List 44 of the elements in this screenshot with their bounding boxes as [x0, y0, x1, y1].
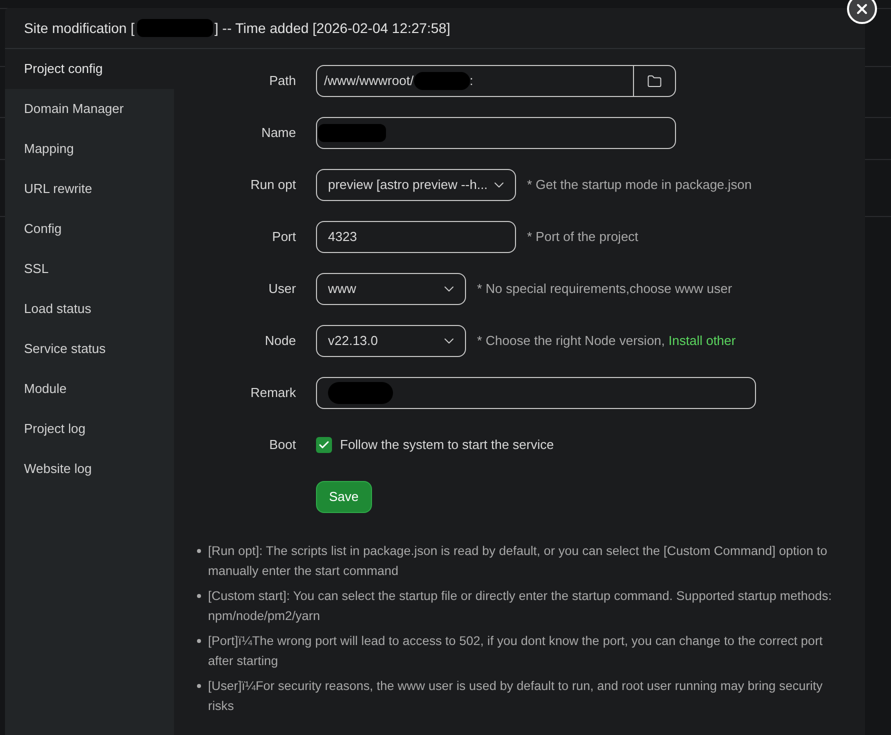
path-field[interactable]: /www/wwwroot/ :: [316, 65, 676, 97]
field-label: Port: [271, 228, 296, 246]
note-text: [Run opt]: The scripts list in package.json is read by default, or you can select the [Custom Command] option to manually enter the start command: [208, 543, 828, 580]
hint-text: * Choose the right Node version, Install other: [477, 332, 736, 350]
redaction-mark: [318, 124, 386, 142]
field-value: 4323: [328, 228, 357, 246]
field-label: Remark: [249, 384, 296, 402]
folder-icon: [647, 74, 662, 88]
bullet-icon: [197, 594, 201, 598]
field-label: Run opt: [249, 176, 296, 194]
redaction-mark: [328, 382, 393, 404]
sidebar-item[interactable]: Project config: [5, 49, 174, 89]
save-button[interactable]: Save: [316, 481, 372, 513]
field-label: Node: [264, 332, 296, 350]
redaction-mark: [414, 72, 470, 90]
hint-text: * Port of the project: [527, 228, 638, 246]
check-icon: [318, 439, 330, 451]
field-label: User: [268, 280, 296, 298]
select-dropdown[interactable]: preview [astro preview --h...: [316, 169, 516, 201]
bullet-icon: [197, 684, 201, 688]
close-icon: [854, 1, 870, 17]
note-text: [Port]ï¼The wrong port will lead to access to 502, if you dont know the port, you can change to the correct port after starting: [208, 633, 824, 670]
path-text: /www/wwwroot/: [324, 72, 414, 90]
close-button[interactable]: [847, 0, 877, 24]
port-field[interactable]: 4323: [316, 221, 516, 253]
hint-text: * Get the startup mode in package.json: [527, 176, 752, 194]
input-field[interactable]: [316, 117, 676, 149]
field-label: Boot: [268, 436, 296, 454]
select-dropdown[interactable]: v22.13.0: [316, 325, 466, 357]
path-text: :: [470, 72, 474, 90]
field-label: Path: [268, 72, 296, 90]
hint-text: * No special requirements,choose www user: [477, 280, 732, 298]
checkbox-label: Follow the system to start the service: [340, 436, 554, 454]
dialog-title: Site modification [: [24, 18, 134, 38]
field-label: Name: [260, 124, 296, 142]
note-text: [User]ï¼For security reasons, the www user is used by default to run, and root user running may bring security risks: [208, 678, 824, 715]
bullet-icon: [197, 549, 201, 553]
bullet-icon: [197, 639, 201, 643]
install-link[interactable]: Install other: [668, 333, 736, 348]
input-field[interactable]: [316, 377, 756, 409]
select-dropdown[interactable]: www: [316, 273, 466, 305]
checkbox[interactable]: [316, 437, 332, 453]
note-text: [Custom start]: You can select the startup file or directly enter the startup command. Supported startup methods: npm/node/pm2/yarn: [208, 588, 833, 625]
dialog-title: ] -- Time added [2026-02-04 12:27:58]: [214, 18, 450, 38]
